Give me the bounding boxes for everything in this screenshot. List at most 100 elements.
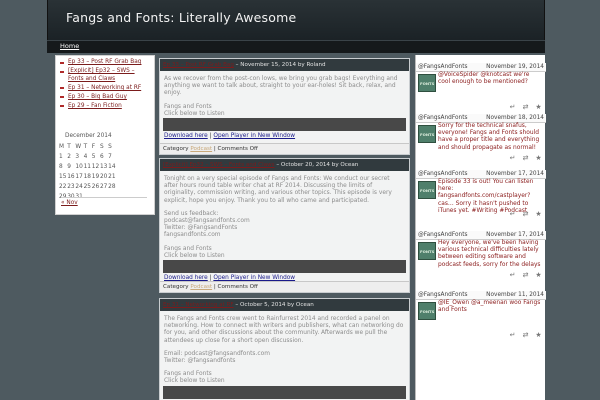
calendar-day: 22: [59, 184, 67, 190]
tweet-date[interactable]: November 18, 2014: [486, 114, 544, 122]
tweet-date[interactable]: November 19, 2014: [486, 63, 544, 71]
favorite-icon[interactable]: ★: [534, 271, 543, 279]
category-label: Category: [163, 146, 189, 152]
reply-icon[interactable]: ↵: [508, 271, 517, 279]
calendar-day: 3: [75, 154, 80, 160]
calendar-day: 11: [83, 164, 91, 170]
audio-player[interactable]: [163, 385, 406, 399]
tweet-date[interactable]: November 17, 2014: [486, 231, 544, 239]
post-paragraph: Email: podcast@fangsandfonts.com Twitter…: [164, 350, 270, 365]
reply-icon[interactable]: ↵: [508, 154, 517, 162]
post-header: [Explicit] Ep32 – SWS – Fonts and Claws …: [160, 159, 409, 171]
calendar-weeks: 1 2 3 4 5 6 7 8 9 10 11 12 13 14 15 16 17 18 19 20 21 22 23 24 2…: [59, 152, 149, 202]
site-title[interactable]: Fangs and Fonts: Literally Awesome: [66, 10, 296, 25]
calendar-day: 20: [99, 174, 108, 180]
avatar[interactable]: [418, 74, 436, 92]
comments-status: | Comments Off: [212, 146, 258, 152]
calendar-day: 18: [83, 174, 91, 180]
post-header: Ep 33 – Post RF Grab Bag – November 15, …: [160, 59, 409, 71]
calendar-day: 8: [59, 164, 63, 170]
tweet-text: @IE_Owen @a_meenan woo Fangs and Fonts: [438, 300, 541, 314]
tweet-handle[interactable]: @FangsAndFonts: [418, 114, 468, 122]
reply-icon[interactable]: ↵: [508, 103, 517, 111]
nav-home-link[interactable]: Home: [60, 42, 79, 50]
tweet: @FangsAndFonts November 11, 2014@IE_Owen …: [416, 291, 546, 350]
recent-posts-list: Ep 33 – Post RF Grab Bag [Explicit] Ep32…: [56, 56, 154, 111]
recent-post-link[interactable]: Ep 31 – Networking at RF: [60, 85, 151, 93]
tweet-text: Hey everyone, we've been having various …: [438, 240, 541, 268]
retweet-icon[interactable]: ⇄: [521, 271, 530, 279]
avatar[interactable]: [418, 242, 436, 260]
avatar[interactable]: [418, 302, 436, 320]
open-player-link[interactable]: Open Player in New Window: [213, 133, 295, 139]
favorite-icon[interactable]: ★: [534, 331, 543, 339]
post-download-links: Download here | Open Player in New Windo…: [164, 133, 405, 140]
calendar-day: 21: [108, 174, 116, 180]
tweet-header: @FangsAndFonts November 17, 2014: [416, 231, 546, 239]
calendar-day: 6: [99, 154, 104, 160]
calendar-day: 14: [108, 164, 116, 170]
retweet-icon[interactable]: ⇄: [521, 103, 530, 111]
post-meta: – November 15, 2014 by Roland: [233, 62, 326, 68]
calendar-weekday: S: [108, 144, 112, 150]
calendar-day: 9: [67, 164, 71, 170]
tweet: @FangsAndFonts November 18, 2014Sorry for…: [416, 114, 546, 173]
post-meta: – October 20, 2014 by Ocean: [274, 162, 359, 168]
calendar-day: 13: [99, 164, 108, 170]
tweet-actions: ↵ ⇄ ★: [508, 271, 543, 279]
tweet-header: @FangsAndFonts November 11, 2014: [416, 291, 546, 299]
tweet-handle[interactable]: @FangsAndFonts: [418, 63, 468, 71]
post-paragraph: Fangs and Fonts Click below to Listen: [164, 103, 225, 117]
calendar-day: 19: [91, 174, 100, 180]
audio-player[interactable]: [163, 118, 406, 132]
recent-post-link[interactable]: Ep 29 – Fan Fiction: [60, 103, 151, 111]
calendar-divider: [61, 197, 147, 198]
tweet-actions: ↵ ⇄ ★: [508, 331, 543, 339]
calendar-week-row: 15 16 17 18 19 20 21: [59, 172, 149, 182]
tweet-date[interactable]: November 11, 2014: [486, 291, 544, 299]
tweet-handle[interactable]: @FangsAndFonts: [418, 231, 468, 239]
favorite-icon[interactable]: ★: [534, 154, 543, 162]
calendar-day: 28: [108, 184, 116, 190]
tweet-handle[interactable]: @FangsAndFonts: [418, 170, 468, 178]
recent-post-link[interactable]: Ep 33 – Post RF Grab Bag: [60, 59, 151, 67]
post-paragraph: Send us feedback: podcast@fangsandfonts.…: [164, 210, 250, 239]
recent-post-link[interactable]: [Explicit] Ep32 – SWS – Fonts and Claws: [60, 68, 151, 83]
favorite-icon[interactable]: ★: [534, 103, 543, 111]
tweet-header: @FangsAndFonts November 19, 2014: [416, 63, 546, 71]
post-meta: – October 5, 2014 by Ocean: [233, 302, 314, 308]
tweet-date[interactable]: November 17, 2014: [486, 170, 544, 178]
tweet-header: @FangsAndFonts November 17, 2014: [416, 170, 546, 178]
post-paragraph: The Fangs and Fonts crew went to Rainfur…: [164, 316, 404, 344]
avatar[interactable]: [418, 125, 436, 143]
retweet-icon[interactable]: ⇄: [521, 154, 530, 162]
recent-post-link[interactable]: Ep 30 – Big Bad Guy: [60, 94, 151, 102]
post-title-link[interactable]: Ep 33 – Post RF Grab Bag: [163, 62, 234, 68]
calendar-weekday: T: [67, 144, 71, 150]
download-link[interactable]: Download here: [164, 133, 208, 139]
calendar-day: 16: [67, 174, 75, 180]
post-title-link[interactable]: [Explicit] Ep32 – SWS – Fonts and Claws: [163, 162, 275, 168]
category-link[interactable]: Podcast: [190, 284, 212, 290]
reply-icon[interactable]: ↵: [508, 210, 517, 218]
post-entry: Ep 33 – Post RF Grab Bag – November 15, …: [159, 58, 410, 155]
avatar[interactable]: [418, 181, 436, 199]
favorite-icon[interactable]: ★: [534, 210, 543, 218]
calendar-week-row: 22 23 24 25 26 27 28: [59, 182, 149, 192]
calendar-day: 25: [83, 184, 91, 190]
category-link[interactable]: Podcast: [190, 146, 212, 152]
post-title-link[interactable]: Ep 31 – Networking at RF: [163, 302, 234, 308]
calendar-weekday: S: [99, 144, 104, 150]
calendar-widget: December 2014 M T W T F S S 1 2 3 4 5 6 7 8 9 10 1…: [59, 133, 149, 206]
retweet-icon[interactable]: ⇄: [521, 210, 530, 218]
calendar-day: 4: [83, 154, 88, 160]
calendar-prev-month-link[interactable]: « Nov: [61, 200, 78, 206]
retweet-icon[interactable]: ⇄: [521, 331, 530, 339]
calendar-day: 7: [108, 154, 112, 160]
calendar-day: 17: [75, 174, 83, 180]
post-entry: [Explicit] Ep32 – SWS – Fonts and Claws …: [159, 158, 410, 293]
reply-icon[interactable]: ↵: [508, 331, 517, 339]
post-header: Ep 31 – Networking at RF – October 5, 20…: [160, 299, 409, 311]
tweet-handle[interactable]: @FangsAndFonts: [418, 291, 468, 299]
audio-player[interactable]: [163, 260, 406, 274]
